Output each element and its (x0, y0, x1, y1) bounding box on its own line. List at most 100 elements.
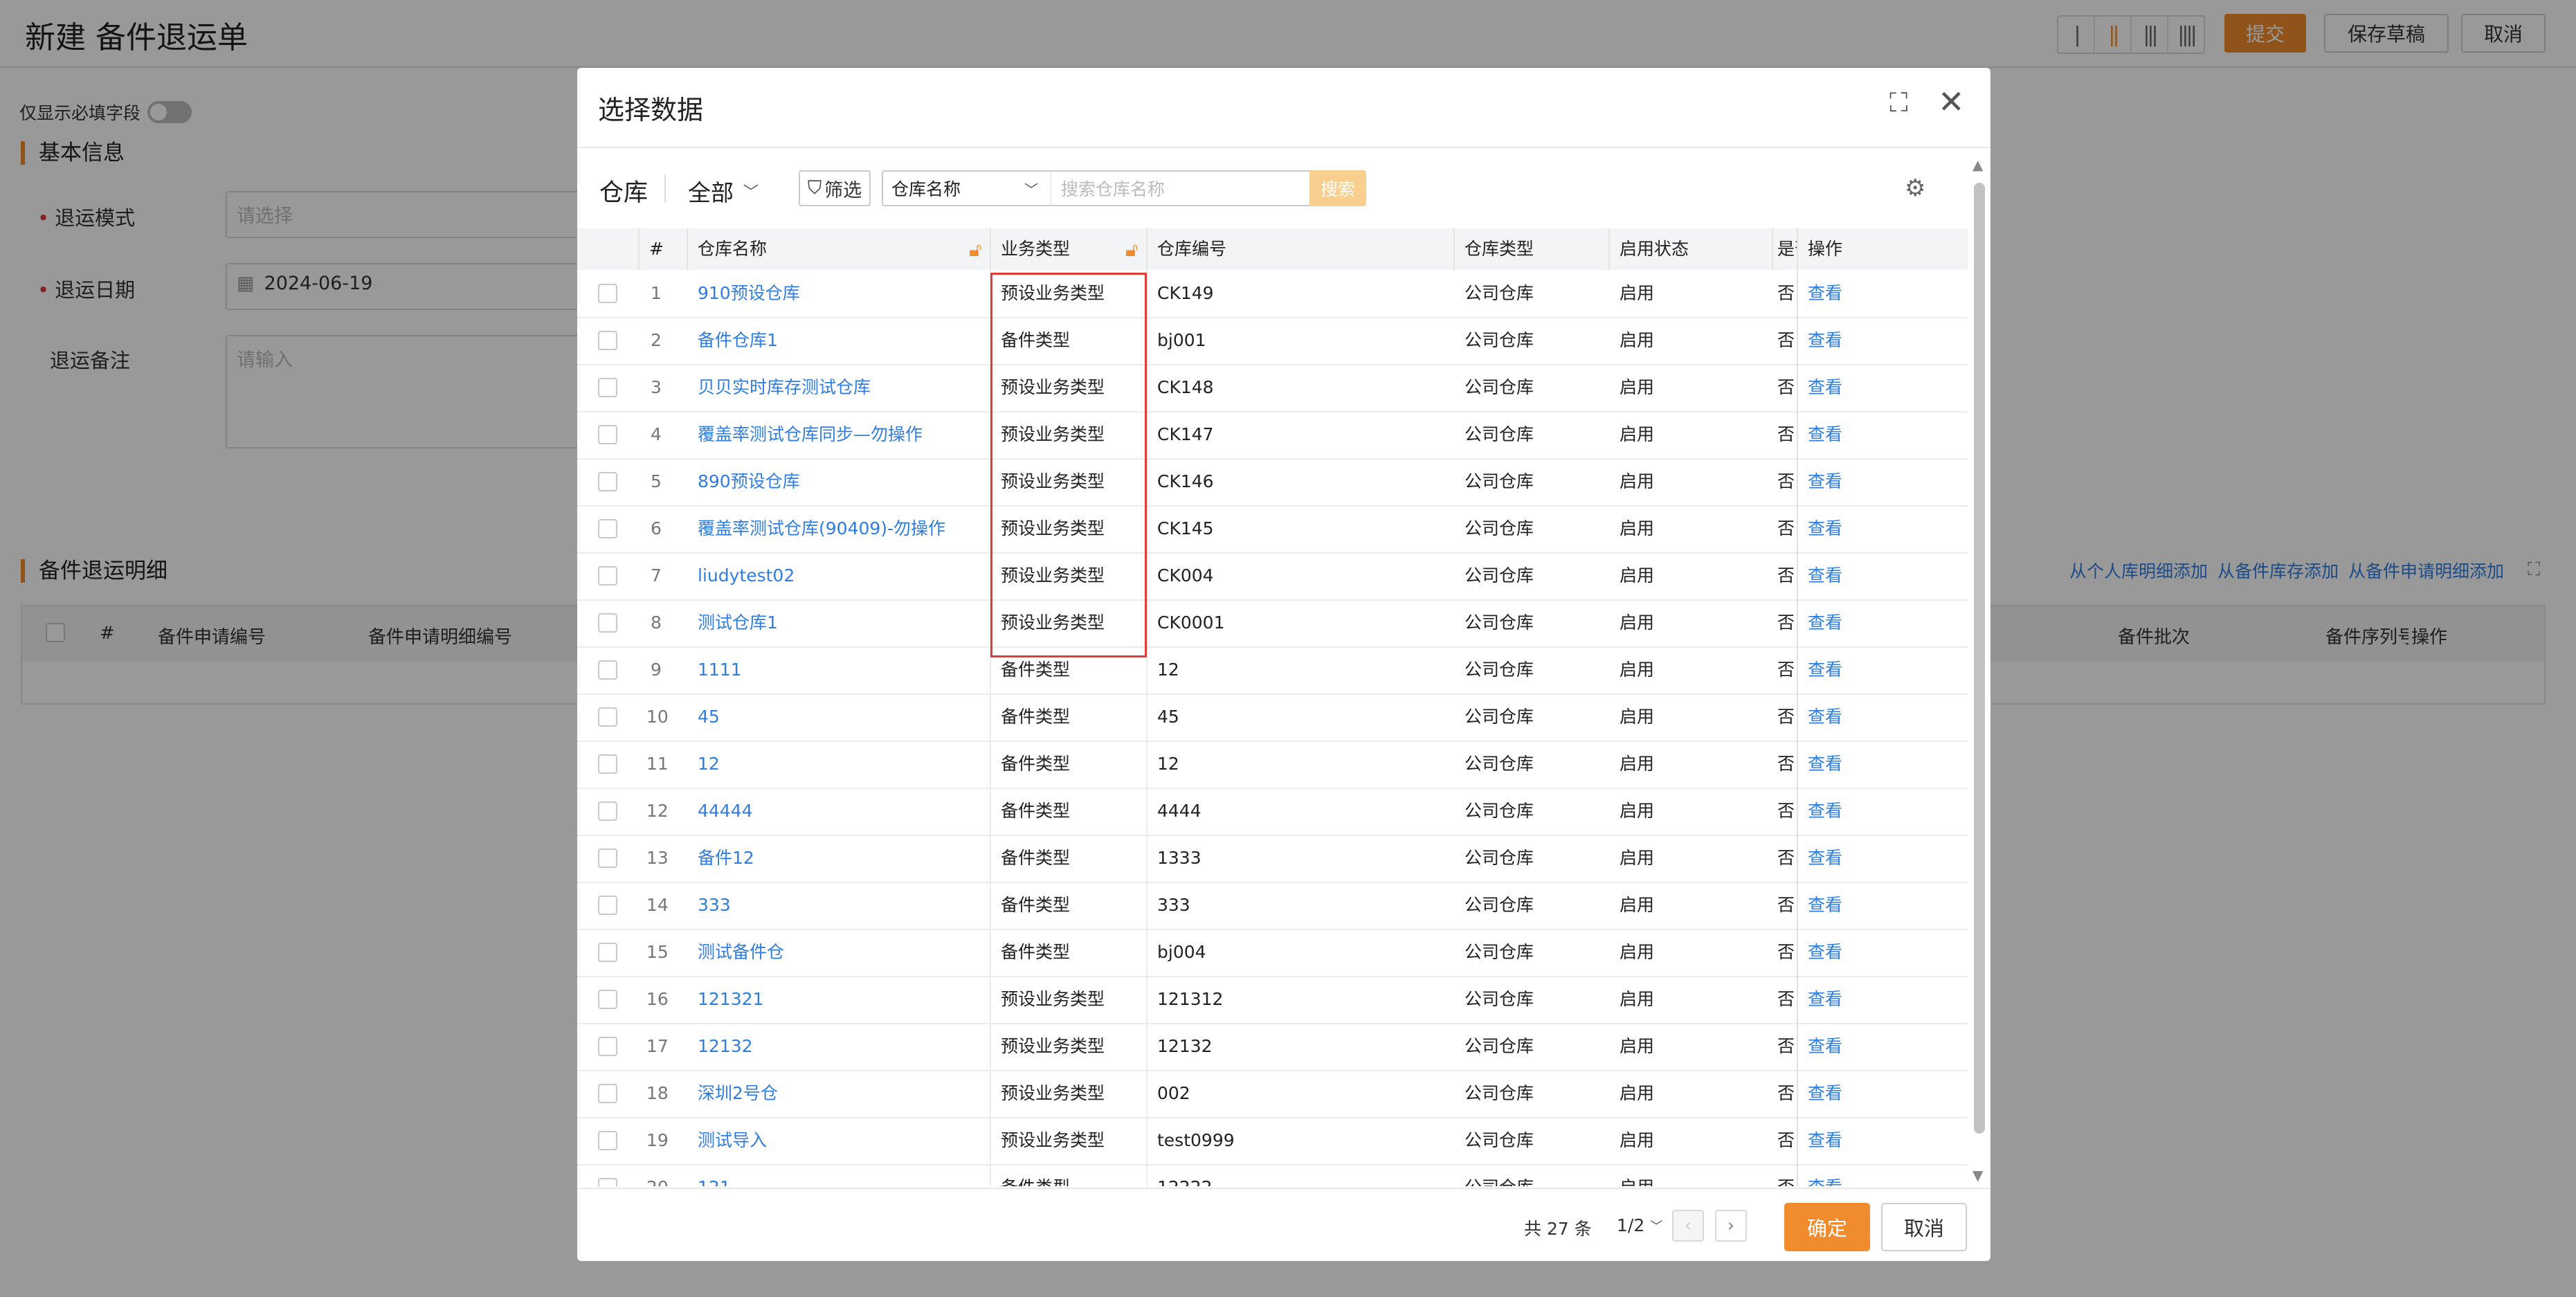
scroll-thumb[interactable] (1974, 183, 1985, 1134)
header-status[interactable]: 启用状态 (1610, 228, 1773, 270)
table-row[interactable]: 6 覆盖率测试仓库(90409)-勿操作 预设业务类型 CK145 公司仓库 启用 否查看 (577, 505, 1968, 554)
row-view-link[interactable]: 查看 (1808, 411, 1842, 458)
search-input[interactable]: 搜索仓库名称 (1051, 170, 1314, 206)
header-name[interactable]: 仓库名称 (688, 228, 991, 270)
row-checkbox[interactable] (598, 1131, 617, 1150)
row-warehouse-name[interactable]: 121321 (698, 976, 981, 1023)
row-view-link[interactable]: 查看 (1808, 1164, 1842, 1186)
row-warehouse-name[interactable]: 深圳2号仓 (698, 1070, 981, 1117)
row-checkbox[interactable] (598, 896, 617, 915)
table-row[interactable]: 17 12132 预设业务类型 12132 公司仓库 启用 否查看 (577, 1023, 1968, 1071)
row-checkbox[interactable] (598, 707, 617, 727)
row-view-link[interactable]: 查看 (1808, 458, 1842, 505)
row-warehouse-name[interactable]: 121 (698, 1164, 981, 1186)
row-view-link[interactable]: 查看 (1808, 693, 1842, 741)
next-page-button[interactable]: › (1715, 1210, 1747, 1242)
row-checkbox[interactable] (598, 754, 617, 774)
row-view-link[interactable]: 查看 (1808, 646, 1842, 693)
table-row[interactable]: 18 深圳2号仓 预设业务类型 002 公司仓库 启用 否查看 (577, 1070, 1968, 1118)
table-scrollbar[interactable]: ▲ ▼ (1970, 156, 1989, 1188)
row-warehouse-name[interactable]: 1111 (698, 646, 981, 693)
table-row[interactable]: 4 覆盖率测试仓库同步—勿操作 预设业务类型 CK147 公司仓库 启用 否查看 (577, 411, 1968, 460)
table-row[interactable]: 2 备件仓库1 备件类型 bj001 公司仓库 启用 否查看 (577, 317, 1968, 365)
row-warehouse-name[interactable]: 333 (698, 882, 981, 929)
row-checkbox[interactable] (598, 943, 617, 962)
row-warehouse-name[interactable]: 备件仓库1 (698, 317, 981, 364)
row-checkbox[interactable] (598, 331, 617, 350)
row-view-link[interactable]: 查看 (1808, 552, 1842, 599)
close-icon[interactable]: ✕ (1938, 83, 1965, 120)
table-row[interactable]: 10 45 备件类型 45 公司仓库 启用 否查看 (577, 693, 1968, 742)
row-warehouse-name[interactable]: 测试仓库1 (698, 599, 981, 646)
table-row[interactable]: 12 44444 备件类型 4444 公司仓库 启用 否查看 (577, 788, 1968, 836)
row-checkbox[interactable] (598, 284, 617, 303)
row-checkbox[interactable] (598, 425, 617, 444)
confirm-button[interactable]: 确定 (1784, 1203, 1870, 1251)
row-view-link[interactable]: 查看 (1808, 835, 1842, 882)
search-field-select[interactable]: 仓库名称 ﹀ (882, 170, 1051, 206)
row-checkbox[interactable] (598, 801, 617, 821)
row-checkbox[interactable] (598, 990, 617, 1009)
row-checkbox[interactable] (598, 519, 617, 538)
row-warehouse-name[interactable]: 910预设仓库 (698, 270, 981, 317)
row-warehouse-name[interactable]: 覆盖率测试仓库同步—勿操作 (698, 411, 981, 458)
row-checkbox[interactable] (598, 1178, 617, 1186)
table-row[interactable]: 5 890预设仓库 预设业务类型 CK146 公司仓库 启用 否查看 (577, 458, 1968, 507)
table-row[interactable]: 13 备件12 备件类型 1333 公司仓库 启用 否查看 (577, 835, 1968, 883)
row-checkbox[interactable] (598, 566, 617, 586)
row-warehouse-name[interactable]: 覆盖率测试仓库(90409)-勿操作 (698, 505, 981, 552)
filter-button[interactable]: ⛉ 筛选 (799, 170, 871, 206)
row-view-link[interactable]: 查看 (1808, 788, 1842, 835)
row-checkbox[interactable] (598, 378, 617, 397)
row-checkbox[interactable] (598, 613, 617, 633)
scroll-up-icon[interactable]: ▲ (1972, 156, 1983, 173)
table-row[interactable]: 11 12 备件类型 12 公司仓库 启用 否查看 (577, 741, 1968, 789)
scroll-down-icon[interactable]: ▼ (1972, 1167, 1983, 1183)
table-row[interactable]: 8 测试仓库1 预设业务类型 CK0001 公司仓库 启用 否查看 (577, 599, 1968, 648)
scope-dropdown[interactable]: 全部 ﹀ (688, 174, 759, 208)
row-warehouse-name[interactable]: 备件12 (698, 835, 981, 882)
row-view-link[interactable]: 查看 (1808, 976, 1842, 1023)
row-warehouse-name[interactable]: 12 (698, 741, 981, 788)
row-checkbox[interactable] (598, 472, 617, 491)
row-warehouse-name[interactable]: 890预设仓库 (698, 458, 981, 505)
table-row[interactable]: 19 测试导入 预设业务类型 test0999 公司仓库 启用 否查看 (577, 1117, 1968, 1166)
row-warehouse-name[interactable]: 12132 (698, 1023, 981, 1070)
row-view-link[interactable]: 查看 (1808, 505, 1842, 552)
table-row[interactable]: 7 liudytest02 预设业务类型 CK004 公司仓库 启用 否查看 (577, 552, 1968, 601)
row-warehouse-name[interactable]: 测试备件仓 (698, 929, 981, 976)
table-row[interactable]: 15 测试备件仓 备件类型 bj004 公司仓库 启用 否查看 (577, 929, 1968, 977)
row-view-link[interactable]: 查看 (1808, 882, 1842, 929)
row-warehouse-name[interactable]: 44444 (698, 788, 981, 835)
table-row[interactable]: 20 121 备件类型 12222 公司仓库 启用 否查看 (577, 1164, 1968, 1186)
table-row[interactable]: 3 贝贝实时库存测试仓库 预设业务类型 CK148 公司仓库 启用 否查看 (577, 364, 1968, 412)
table-row[interactable]: 16 121321 预设业务类型 121312 公司仓库 启用 否查看 (577, 976, 1968, 1024)
header-extra[interactable]: 是否 (1773, 228, 1798, 270)
lock-icon[interactable]: 🔓︎ (969, 238, 981, 262)
header-biz-type[interactable]: 业务类型 (991, 228, 1148, 270)
row-warehouse-name[interactable]: 测试导入 (698, 1117, 981, 1164)
row-view-link[interactable]: 查看 (1808, 1023, 1842, 1070)
page-selector[interactable]: 1/2 ﹀ (1617, 1215, 1662, 1235)
settings-icon[interactable]: ⚙ (1905, 174, 1925, 202)
row-warehouse-name[interactable]: liudytest02 (698, 552, 981, 599)
row-checkbox[interactable] (598, 1037, 617, 1056)
row-warehouse-name[interactable]: 45 (698, 693, 981, 741)
row-view-link[interactable]: 查看 (1808, 741, 1842, 788)
header-wh-type[interactable]: 仓库类型 (1455, 228, 1610, 270)
row-view-link[interactable]: 查看 (1808, 317, 1842, 364)
row-checkbox[interactable] (598, 849, 617, 868)
row-checkbox[interactable] (598, 660, 617, 680)
modal-cancel-button[interactable]: 取消 (1881, 1203, 1967, 1251)
row-view-link[interactable]: 查看 (1808, 929, 1842, 976)
table-row[interactable]: 1 910预设仓库 预设业务类型 CK149 公司仓库 启用 否查看 (577, 270, 1968, 318)
search-button[interactable]: 搜索 (1309, 170, 1366, 206)
row-view-link[interactable]: 查看 (1808, 1070, 1842, 1117)
prev-page-button[interactable]: ‹ (1672, 1210, 1704, 1242)
row-view-link[interactable]: 查看 (1808, 599, 1842, 646)
row-warehouse-name[interactable]: 贝贝实时库存测试仓库 (698, 364, 981, 411)
table-row[interactable]: 9 1111 备件类型 12 公司仓库 启用 否查看 (577, 646, 1968, 695)
table-row[interactable]: 14 333 备件类型 333 公司仓库 启用 否查看 (577, 882, 1968, 930)
header-code[interactable]: 仓库编号 (1148, 228, 1455, 270)
row-view-link[interactable]: 查看 (1808, 270, 1842, 317)
